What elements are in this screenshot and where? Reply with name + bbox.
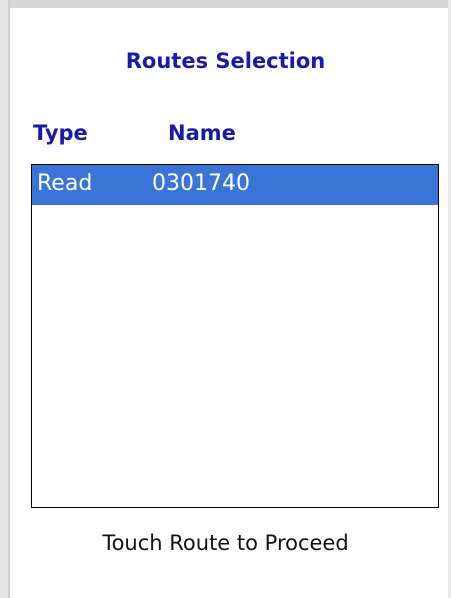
route-type-cell: Read — [37, 171, 93, 196]
column-header-name: Name — [168, 121, 236, 145]
window-top-border — [0, 0, 451, 8]
routes-selection-screen: Routes Selection Type Name Read 0301740 … — [0, 0, 451, 598]
column-header-type: Type — [33, 121, 88, 145]
instruction-text: Touch Route to Proceed — [102, 531, 349, 555]
route-name-cell: 0301740 — [152, 171, 250, 196]
page-title: Routes Selection — [125, 49, 326, 73]
window-left-border — [0, 0, 10, 598]
route-row-selected[interactable]: Read 0301740 — [32, 165, 438, 205]
routes-list[interactable]: Read 0301740 — [31, 164, 439, 508]
